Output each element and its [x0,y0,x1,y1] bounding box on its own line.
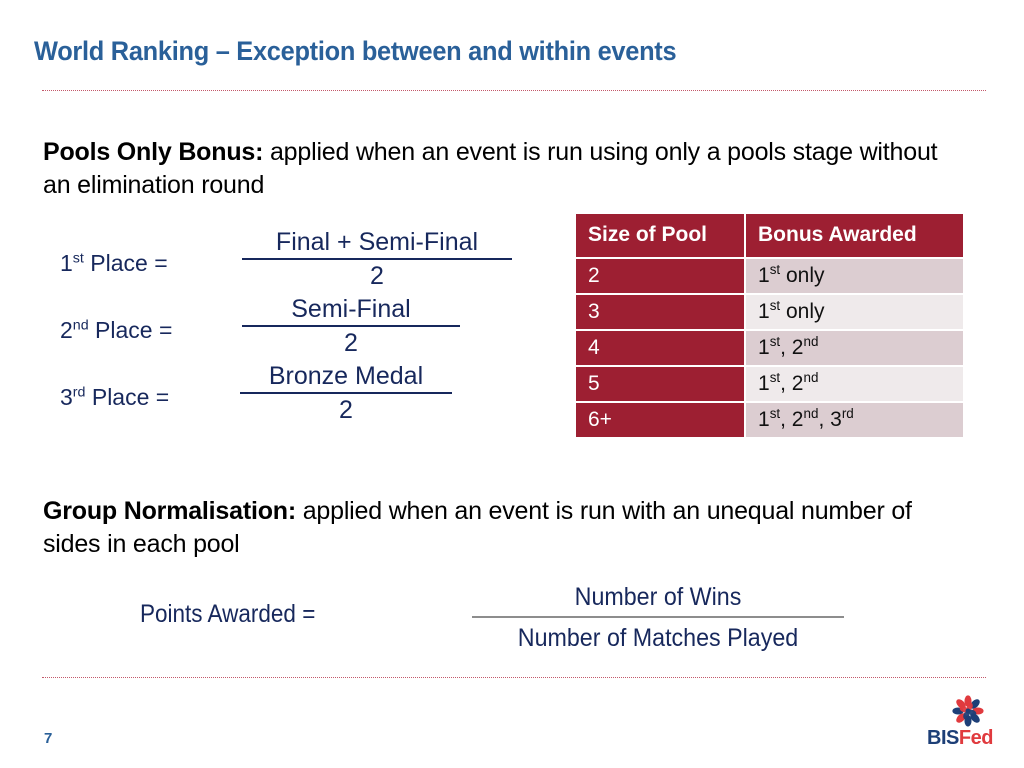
cell-bonus-awarded: 1st, 2nd, 3rd [746,403,963,437]
cell-bonus-awarded: 1st only [746,295,963,331]
bonus-table-body: 2 1st only 3 1st only 4 1st, 2nd 5 1st, 2nd 6+ 1s… [576,259,963,437]
place-numerator-2: Semi-Final [242,295,460,327]
place-fraction-1: Final + Semi-Final 2 [242,228,512,291]
points-awarded-fraction: Number of Wins Number of Matches Played [458,580,858,655]
footer-divider [42,677,986,678]
column-header-bonus-awarded: Bonus Awarded [746,214,963,259]
place-formula-group: 1st Place = Final + Semi-Final 2 2nd Pla… [60,228,560,429]
cell-size-of-pool: 2 [576,259,746,295]
place-fraction-3: Bronze Medal 2 [240,362,452,425]
place-label-2: 2nd Place = [60,317,240,344]
bisfed-wordmark-bis: BIS [927,727,959,749]
header-divider [42,90,986,91]
bisfed-flower-icon [952,695,984,727]
place-formula-row-2: 2nd Place = Semi-Final 2 [60,295,560,362]
bisfed-wordmark-fed: Fed [958,727,994,749]
table-row: 4 1st, 2nd [576,331,963,367]
points-numerator: Number of Wins [472,580,844,618]
table-row: 6+ 1st, 2nd, 3rd [576,403,963,437]
pools-only-bonus-heading: Pools Only Bonus: [43,138,264,166]
place-ordinal-suffix-2: nd [72,317,89,334]
group-normalisation-paragraph: Group Normalisation: applied when an eve… [43,495,963,561]
page-number: 7 [44,730,53,747]
place-numerator-1: Final + Semi-Final [242,228,512,260]
bisfed-logo: BISFed [912,694,1008,754]
table-header-row: Size of Pool Bonus Awarded [576,214,963,259]
place-number-3: 3 [60,384,73,410]
cell-bonus-awarded: 1st only [746,259,963,295]
place-number-1: 1 [60,250,73,276]
place-formula-row-3: 3rd Place = Bronze Medal 2 [60,362,560,429]
bonus-awarded-table: Size of Pool Bonus Awarded 2 1st only 3 1st… [576,214,963,437]
cell-size-of-pool: 4 [576,331,746,367]
place-formula-row-1: 1st Place = Final + Semi-Final 2 [60,228,560,295]
points-awarded-label: Points Awarded = [140,600,316,628]
place-fraction-2: Semi-Final 2 [242,295,460,358]
place-ordinal-suffix-1: st [72,250,84,267]
place-denominator-2: 2 [344,329,358,357]
place-numerator-3: Bronze Medal [240,362,452,394]
group-normalisation-heading: Group Normalisation: [43,497,296,525]
place-label-3: 3rd Place = [60,384,240,411]
place-label-1: 1st Place = [60,250,240,277]
place-number-2: 2 [60,317,73,343]
page-title: World Ranking – Exception between and wi… [34,36,677,66]
place-text-3: Place = [85,384,170,410]
pools-only-bonus-paragraph: Pools Only Bonus: applied when an event … [43,136,963,202]
cell-bonus-awarded: 1st, 2nd [746,367,963,403]
cell-size-of-pool: 6+ [576,403,746,437]
place-denominator-1: 2 [370,262,384,290]
points-awarded-formula: Points Awarded = Number of Wins Number o… [140,583,900,668]
cell-size-of-pool: 5 [576,367,746,403]
table-row: 3 1st only [576,295,963,331]
place-ordinal-suffix-3: rd [72,384,86,401]
table-row: 5 1st, 2nd [576,367,963,403]
place-denominator-3: 2 [339,396,353,424]
cell-size-of-pool: 3 [576,295,746,331]
table-row: 2 1st only [576,259,963,295]
place-text-1: Place = [83,250,168,276]
column-header-size-of-pool: Size of Pool [576,214,746,259]
place-text-2: Place = [88,317,173,343]
cell-bonus-awarded: 1st, 2nd [746,331,963,367]
bisfed-wordmark: BISFed [912,727,1008,750]
points-denominator: Number of Matches Played [517,624,799,652]
